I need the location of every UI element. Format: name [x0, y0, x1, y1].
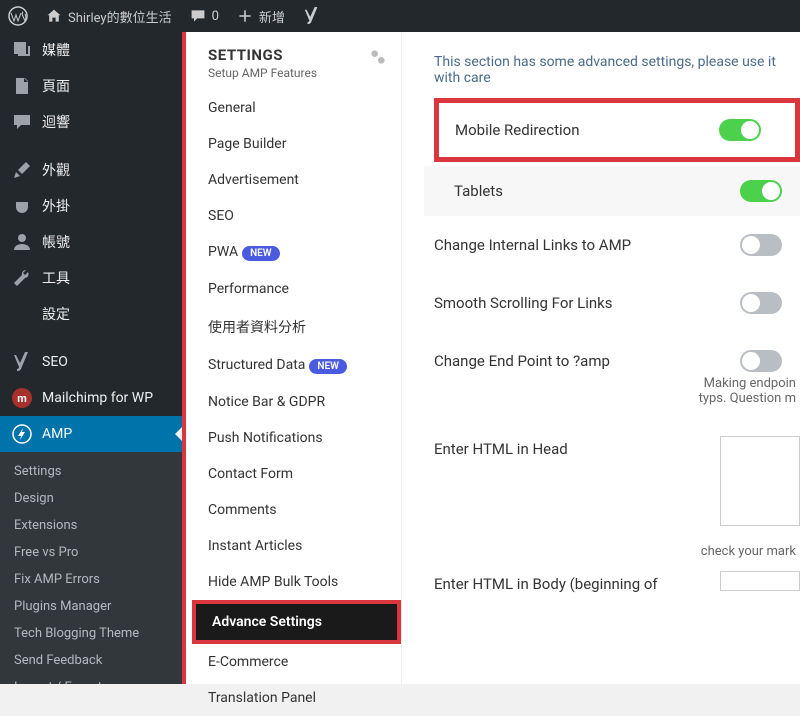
new-badge: NEW — [242, 246, 280, 261]
sidebar-item-plugins[interactable]: 外掛 — [0, 188, 182, 224]
nav-advance[interactable]: Advance Settings — [192, 600, 401, 644]
internal-links-label: Change Internal Links to AMP — [434, 236, 740, 254]
internal-links-toggle[interactable] — [740, 234, 782, 256]
content-area: SETTINGS Setup AMP Features General Page… — [182, 32, 800, 684]
nav-performance[interactable]: Performance — [192, 271, 401, 307]
smooth-scroll-label: Smooth Scrolling For Links — [434, 294, 740, 312]
option-endpoint: Change End Point to ?amp — [434, 332, 800, 376]
plus-icon — [237, 8, 253, 24]
nav-comments[interactable]: Comments — [192, 492, 401, 528]
settings-nav: SETTINGS Setup AMP Features General Page… — [192, 32, 402, 684]
sliders-icon — [12, 304, 32, 324]
amp-sub-import[interactable]: Import / Export — [0, 674, 182, 684]
amp-sub-extensions[interactable]: Extensions — [0, 512, 182, 539]
site-name: Shirley的數位生活 — [68, 7, 172, 26]
amp-submenu: Settings Design Extensions Free vs Pro F… — [0, 452, 182, 684]
nav-analytics[interactable]: 使用者資料分析 — [192, 307, 401, 347]
amp-icon — [12, 424, 32, 444]
smooth-scroll-toggle[interactable] — [740, 292, 782, 314]
sidebar-item-seo[interactable]: SEO — [0, 344, 182, 380]
brush-icon — [12, 160, 32, 180]
comments-count: 0 — [212, 9, 219, 24]
sidebar-item-users[interactable]: 帳號 — [0, 224, 182, 260]
tablets-toggle[interactable] — [740, 180, 782, 202]
nav-ecommerce[interactable]: E-Commerce — [192, 644, 401, 680]
option-mobile-redirect: Mobile Redirection — [434, 98, 800, 162]
sidebar-item-pages[interactable]: 頁面 — [0, 68, 182, 104]
nav-pwa[interactable]: PWANEW — [192, 234, 401, 271]
endpoint-desc: Making endpoin typs. Question m — [434, 376, 800, 406]
html-body-textarea[interactable] — [720, 571, 800, 591]
settings-title: SETTINGS — [208, 46, 385, 64]
amp-sub-plugins[interactable]: Plugins Manager — [0, 593, 182, 620]
sidebar-item-tools[interactable]: 工具 — [0, 260, 182, 296]
option-internal-links: Change Internal Links to AMP — [434, 216, 800, 274]
gear-icon[interactable] — [367, 46, 389, 68]
amp-sub-fixerrors[interactable]: Fix AMP Errors — [0, 566, 182, 593]
comments-icon — [12, 112, 32, 132]
amp-sub-feedback[interactable]: Send Feedback — [0, 647, 182, 674]
settings-subtitle: Setup AMP Features — [208, 66, 385, 80]
comments-link[interactable]: 0 — [190, 8, 219, 24]
yoast-link[interactable] — [303, 7, 321, 25]
sidebar-item-amp[interactable]: AMP — [0, 416, 182, 452]
html-head-check: check your mark — [434, 544, 800, 559]
endpoint-label: Change End Point to ?amp — [434, 352, 740, 370]
amp-sub-settings[interactable]: Settings — [0, 458, 182, 485]
admin-sidebar: 媒體 頁面 迴響 外觀 外掛 帳號 工具 設定 SEO mMailchimp f… — [0, 32, 182, 684]
media-icon — [12, 40, 32, 60]
tablets-label: Tablets — [454, 182, 740, 200]
new-badge: NEW — [309, 359, 347, 374]
sidebar-item-appearance[interactable]: 外觀 — [0, 152, 182, 188]
html-head-textarea[interactable] — [720, 436, 800, 526]
mobile-redirect-toggle[interactable] — [719, 119, 761, 141]
nav-instant[interactable]: Instant Articles — [192, 528, 401, 564]
sidebar-item-settings[interactable]: 設定 — [0, 296, 182, 332]
mailchimp-icon: m — [12, 388, 32, 408]
wp-logo[interactable] — [8, 6, 28, 26]
nav-structured[interactable]: Structured DataNEW — [192, 347, 401, 384]
option-tablets: Tablets — [424, 166, 800, 216]
comment-icon — [190, 8, 206, 24]
html-head-label: Enter HTML in Head — [434, 436, 720, 458]
mobile-redirect-label: Mobile Redirection — [455, 121, 719, 139]
sidebar-item-mailchimp[interactable]: mMailchimp for WP — [0, 380, 182, 416]
nav-general[interactable]: General — [192, 90, 401, 126]
sidebar-item-comments[interactable]: 迴響 — [0, 104, 182, 140]
plug-icon — [12, 196, 32, 216]
nav-pagebuilder[interactable]: Page Builder — [192, 126, 401, 162]
html-body-label: Enter HTML in Body (beginning of — [434, 571, 720, 593]
nav-noticebar[interactable]: Notice Bar & GDPR — [192, 384, 401, 420]
nav-hidebulk[interactable]: Hide AMP Bulk Tools — [192, 564, 401, 600]
accent-strip — [182, 32, 192, 684]
nav-translation[interactable]: Translation Panel — [192, 680, 401, 716]
amp-sub-design[interactable]: Design — [0, 485, 182, 512]
nav-contact[interactable]: Contact Form — [192, 456, 401, 492]
add-new-link[interactable]: 新增 — [237, 7, 285, 26]
user-icon — [12, 232, 32, 252]
wrench-icon — [12, 268, 32, 288]
settings-header: SETTINGS Setup AMP Features — [192, 32, 401, 90]
admin-topbar: Shirley的數位生活 0 新增 — [0, 0, 800, 32]
yoast-icon — [303, 7, 321, 25]
site-name-link[interactable]: Shirley的數位生活 — [46, 7, 172, 26]
warning-text: This section has some advanced settings,… — [434, 54, 800, 86]
settings-panel: This section has some advanced settings,… — [402, 32, 800, 684]
add-new-label: 新增 — [259, 7, 285, 26]
option-smooth-scroll: Smooth Scrolling For Links — [434, 274, 800, 332]
nav-advertisement[interactable]: Advertisement — [192, 162, 401, 198]
amp-sub-freevspro[interactable]: Free vs Pro — [0, 539, 182, 566]
home-icon — [46, 8, 62, 24]
option-html-body: Enter HTML in Body (beginning of — [434, 559, 800, 605]
page-icon — [12, 76, 32, 96]
yoast-icon — [12, 352, 32, 372]
amp-sub-theme[interactable]: Tech Blogging Theme — [0, 620, 182, 647]
sidebar-item-media[interactable]: 媒體 — [0, 32, 182, 68]
nav-push[interactable]: Push Notifications — [192, 420, 401, 456]
option-html-head: Enter HTML in Head — [434, 424, 800, 538]
nav-seo[interactable]: SEO — [192, 198, 401, 234]
endpoint-toggle[interactable] — [740, 350, 782, 372]
